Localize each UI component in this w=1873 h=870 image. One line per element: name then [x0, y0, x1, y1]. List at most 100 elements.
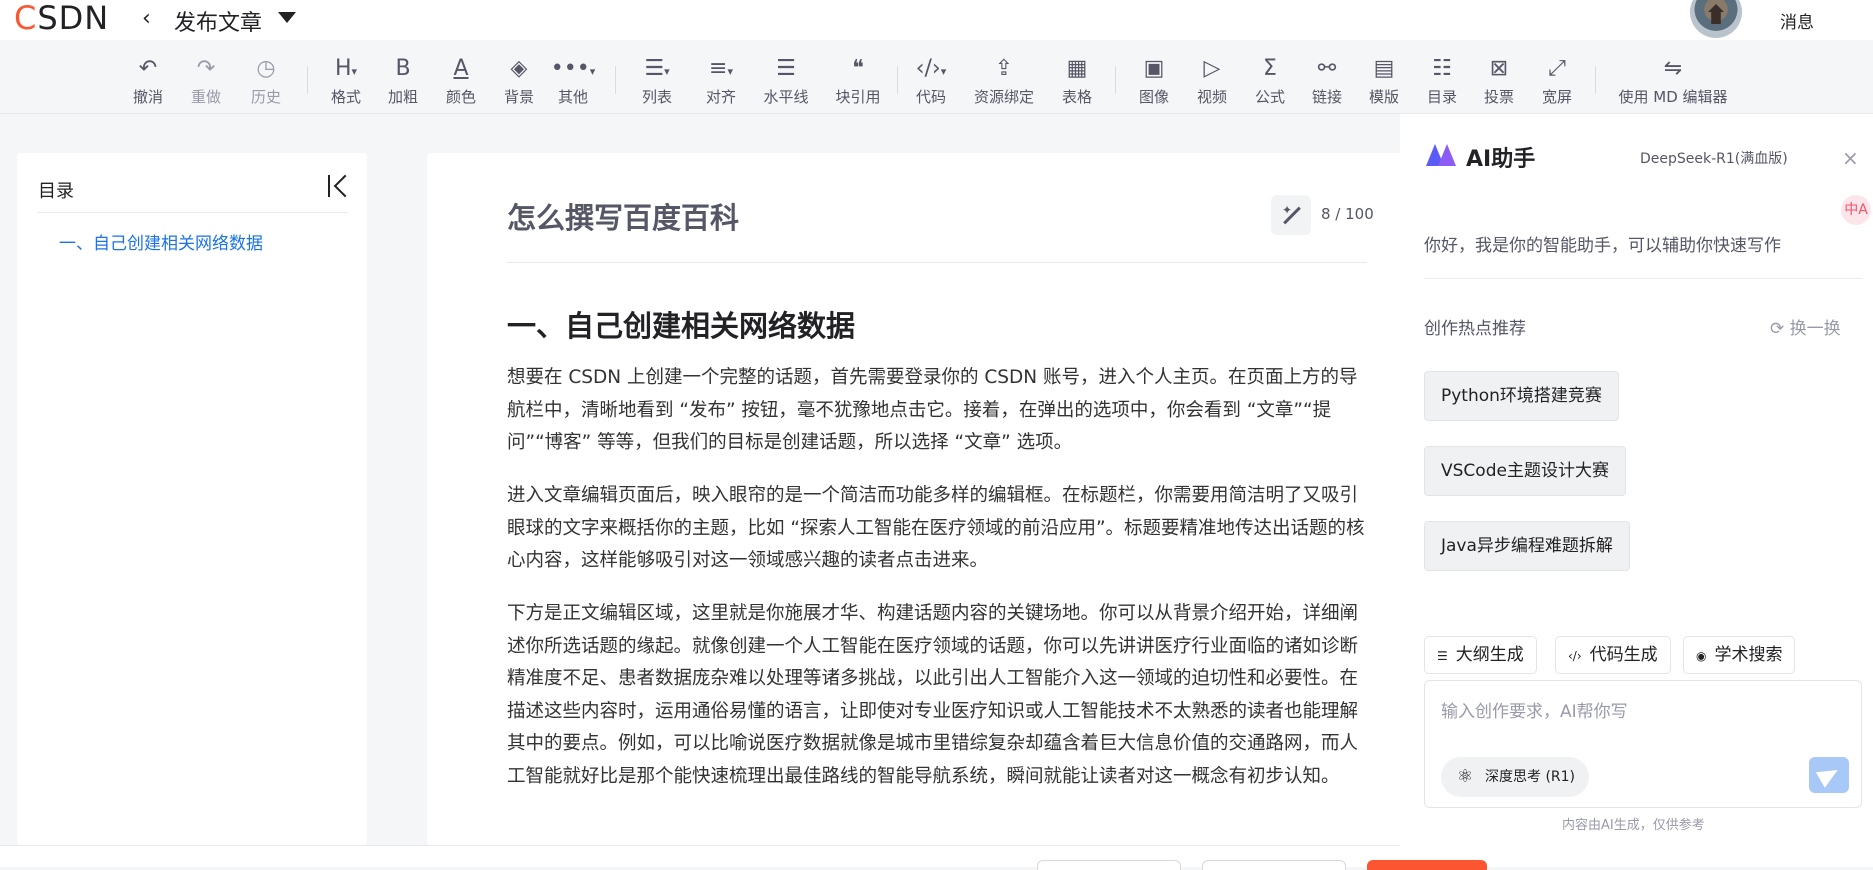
csdn-logo[interactable]: C SDN	[14, 0, 110, 37]
background-label: 背景	[503, 88, 534, 106]
send-icon	[1815, 762, 1843, 788]
undo-button[interactable]: ↶ 撤消	[118, 56, 178, 107]
format-button[interactable]: H▾ 格式	[316, 56, 376, 107]
hot-topic-chip[interactable]: VSCode主题设计大赛	[1424, 446, 1626, 496]
template-label: 模版	[1368, 88, 1399, 106]
background-button[interactable]: ◈ 背景	[489, 56, 549, 107]
widescreen-button[interactable]: ⤢ 宽屏	[1527, 56, 1587, 107]
history-button[interactable]: ◷ 历史	[236, 56, 296, 107]
bold-button[interactable]: B 加粗	[373, 56, 433, 107]
deep-think-toggle[interactable]: ⚛ 深度思考 (R1)	[1441, 757, 1590, 797]
ai-title: AI助手	[1466, 147, 1536, 172]
article-title-input[interactable]: 怎么撰写百度百科	[507, 195, 739, 237]
formula-label: 公式	[1254, 88, 1285, 106]
refresh-button[interactable]: ⟳ 换一换	[1770, 314, 1841, 339]
table-icon: ▦	[1066, 56, 1088, 81]
toolbar-divider	[1595, 66, 1596, 94]
toc-item[interactable]: 一、自己创建相关网络数据	[59, 229, 263, 254]
avatar[interactable]	[1690, 0, 1742, 38]
color-button[interactable]: A 颜色	[431, 56, 491, 107]
code-icon: ‹/›▾	[915, 56, 947, 81]
toolbar-divider	[897, 66, 898, 94]
paragraph[interactable]: 下方是正文编辑区域，这里就是你施展才华、构建话题内容的关键场地。你可以从背景介绍…	[507, 598, 1373, 794]
template-button[interactable]: ▤ 模版	[1354, 56, 1414, 107]
quote-icon: ❝	[852, 56, 864, 81]
other-button[interactable]: •••▾ 其他	[543, 56, 603, 107]
logo-letters: SDN	[37, 0, 110, 37]
send-button[interactable]	[1809, 757, 1849, 793]
image-button[interactable]: ▣ 图像	[1124, 56, 1184, 107]
format-label: 格式	[330, 88, 361, 106]
page-title[interactable]: 发布文章	[174, 5, 262, 37]
paragraph[interactable]: 想要在 CSDN 上创建一个完整的话题，首先需要登录你的 CSDN 账号，进入个…	[507, 362, 1373, 460]
md-editor-button[interactable]: ⇋ 使用 MD 编辑器	[1614, 56, 1732, 107]
ai-disclaimer: 内容由AI生成，仅供参考	[1562, 818, 1705, 833]
vote-label: 投票	[1483, 88, 1514, 106]
editor-toolbar: ↶ 撤消 ↷ 重做 ◷ 历史 H▾ 格式 B 加粗 A 颜色 ◈ 背景 •••▾ 其他 ☰▾ 列表…	[0, 40, 1873, 114]
code-generate-button[interactable]: ‹/› 代码生成	[1555, 636, 1671, 674]
horizontal-rule-icon: ☰	[776, 56, 796, 81]
resource-binding-button[interactable]: ⇪ 资源绑定	[974, 56, 1034, 107]
redo-icon: ↷	[196, 56, 216, 81]
redo-button[interactable]: ↷ 重做	[176, 56, 236, 107]
text-color-icon: A	[453, 56, 469, 81]
vote-icon: ⊠	[1489, 56, 1509, 81]
editor-canvas[interactable]: 怎么撰写百度百科 ✦ 8 / 100 一、自己创建相关网络数据 想要在 CSDN…	[427, 153, 1427, 845]
toc-icon: ☷	[1432, 56, 1452, 81]
title-divider	[507, 262, 1367, 263]
list-button[interactable]: ☰▾ 列表	[627, 56, 687, 107]
deep-think-label: 深度思考 (R1)	[1485, 769, 1576, 785]
top-bar: C SDN ‹ 发布文章 消息	[0, 0, 1873, 40]
divider	[1424, 278, 1862, 279]
publish-button[interactable]	[1367, 860, 1487, 870]
quote-label: 块引用	[835, 88, 881, 106]
more-icon: •••▾	[550, 56, 596, 81]
back-icon[interactable]: ‹	[142, 6, 151, 31]
hot-topic-chip[interactable]: Python环境搭建竞赛	[1424, 371, 1619, 421]
wide-label: 宽屏	[1541, 88, 1572, 106]
model-selector[interactable]: DeepSeek-R1(满血版)	[1640, 148, 1788, 168]
table-button[interactable]: ▦ 表格	[1047, 56, 1107, 107]
md-label: 使用 MD 编辑器	[1618, 88, 1728, 106]
vote-button[interactable]: ⊠ 投票	[1469, 56, 1529, 107]
chevron-down-icon[interactable]	[278, 12, 296, 23]
messages-link[interactable]: 消息	[1780, 8, 1814, 33]
toc-label: 目录	[1426, 88, 1457, 106]
blockquote-button[interactable]: ❝ 块引用	[828, 56, 888, 107]
upload-box-icon: ⇪	[994, 56, 1014, 81]
align-button[interactable]: ≡▾ 对齐	[691, 56, 751, 107]
list-label: 列表	[641, 88, 672, 106]
collapse-icon[interactable]	[324, 173, 357, 199]
translate-icon[interactable]: 中A	[1841, 195, 1871, 225]
history-label: 历史	[250, 88, 281, 106]
image-icon: ▣	[1143, 56, 1165, 81]
code-label: 代码	[915, 88, 946, 106]
outline-generate-button[interactable]: ☰ 大纲生成	[1424, 636, 1537, 674]
ai-prompt-input[interactable]: 输入创作要求，AI帮你写 ⚛ 深度思考 (R1)	[1424, 680, 1862, 808]
section-heading[interactable]: 一、自己创建相关网络数据	[507, 303, 855, 345]
toc-button[interactable]: ☷ 目录	[1412, 56, 1472, 107]
link-button[interactable]: ⚯ 链接	[1297, 56, 1357, 107]
video-button[interactable]: ▷ 视频	[1182, 56, 1242, 107]
close-icon[interactable]: ×	[1842, 146, 1859, 170]
divider	[38, 212, 348, 213]
horizontal-rule-button[interactable]: ☰ 水平线	[756, 56, 816, 107]
video-icon: ▷	[1203, 56, 1221, 81]
bottom-button[interactable]	[1202, 860, 1346, 870]
collapse-chevron	[333, 174, 357, 198]
video-label: 视频	[1196, 88, 1227, 106]
academic-search-button[interactable]: ◉ 学术搜索	[1683, 636, 1796, 674]
ai-title-button[interactable]: ✦	[1271, 195, 1311, 235]
table-label: 表格	[1061, 88, 1092, 106]
bottom-button[interactable]	[1037, 860, 1181, 870]
list-icon: ☰	[1437, 649, 1448, 663]
toolbar-divider	[1115, 66, 1116, 94]
paragraph[interactable]: 进入文章编辑页面后，映入眼帘的是一个简洁而功能多样的编辑框。在标题栏，你需要用简…	[507, 480, 1373, 578]
atom-icon: ⚛	[1456, 766, 1474, 787]
formula-button[interactable]: Σ 公式	[1240, 56, 1300, 107]
code-button[interactable]: ‹/›▾ 代码	[901, 56, 961, 107]
list-icon: ☰▾	[644, 56, 670, 81]
resource-label: 资源绑定	[974, 88, 1035, 106]
code-icon: ‹/›	[1568, 649, 1582, 663]
hot-topic-chip[interactable]: Java异步编程难题拆解	[1424, 521, 1630, 571]
